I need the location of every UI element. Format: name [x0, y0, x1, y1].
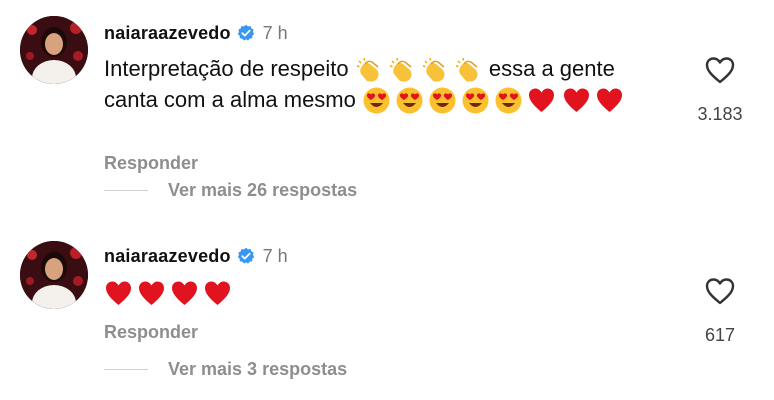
comment-text: Interpretação de respeito essa a gente c…	[104, 54, 664, 115]
heart-eyes-face-icon	[362, 86, 391, 115]
view-more-replies-button[interactable]: Ver mais 3 respostas	[104, 359, 347, 380]
avatar[interactable]	[20, 16, 88, 84]
username[interactable]: naiaraazevedo	[104, 23, 231, 44]
heart-eyes-emojis	[362, 86, 556, 115]
red-heart-icon	[104, 279, 133, 308]
like-count: 3.183	[697, 104, 743, 124]
heart-eyes-face-icon	[428, 86, 457, 115]
like-heart-icon[interactable]	[705, 56, 735, 84]
comment-item: naiaraazevedo 7 h Responder Ver mais 3 r…	[0, 225, 774, 400]
like-area: 617	[690, 277, 750, 346]
red-heart-icon	[527, 86, 556, 115]
divider	[104, 190, 148, 191]
view-more-replies-label: Ver mais 26 respostas	[168, 180, 358, 200]
comment-item: naiaraazevedo 7 h Interpretação de respe…	[0, 0, 774, 215]
clapping-hands-icon	[421, 56, 450, 85]
verified-badge-icon	[237, 247, 255, 265]
view-more-replies-button[interactable]: Ver mais 26 respostas	[104, 180, 357, 201]
avatar[interactable]	[20, 241, 88, 309]
reply-button[interactable]: Responder	[104, 153, 198, 174]
comment-text	[104, 277, 664, 308]
red-heart-icon	[595, 86, 624, 115]
reply-button[interactable]: Responder	[104, 322, 198, 343]
comment-time: 7 h	[262, 22, 288, 43]
heart-eyes-face-icon	[395, 86, 424, 115]
comment-header: naiaraazevedo 7 h	[104, 22, 288, 44]
clapping-hands-icon	[454, 56, 483, 85]
red-heart-icon	[170, 279, 199, 308]
clapping-hands-icon	[388, 56, 417, 85]
red-hearts-emojis	[562, 86, 624, 115]
clapping-hands-icon	[355, 56, 384, 85]
red-hearts-emojis	[104, 279, 232, 308]
username[interactable]: naiaraazevedo	[104, 246, 231, 267]
red-heart-icon	[562, 86, 591, 115]
view-more-replies-label: Ver mais 3 respostas	[168, 359, 348, 379]
verified-badge-icon	[237, 24, 255, 42]
comment-header: naiaraazevedo 7 h	[104, 245, 288, 267]
divider	[104, 369, 148, 370]
clapping-hands-emojis	[355, 56, 483, 85]
red-heart-icon	[203, 279, 232, 308]
like-count: 617	[704, 325, 736, 345]
heart-eyes-face-icon	[494, 86, 523, 115]
like-area: 3.183	[690, 56, 750, 125]
comment-time: 7 h	[262, 245, 288, 266]
comment-text-part: Interpretação de respeito	[104, 56, 349, 81]
red-heart-icon	[137, 279, 166, 308]
heart-eyes-face-icon	[461, 86, 490, 115]
like-heart-icon[interactable]	[705, 277, 735, 305]
